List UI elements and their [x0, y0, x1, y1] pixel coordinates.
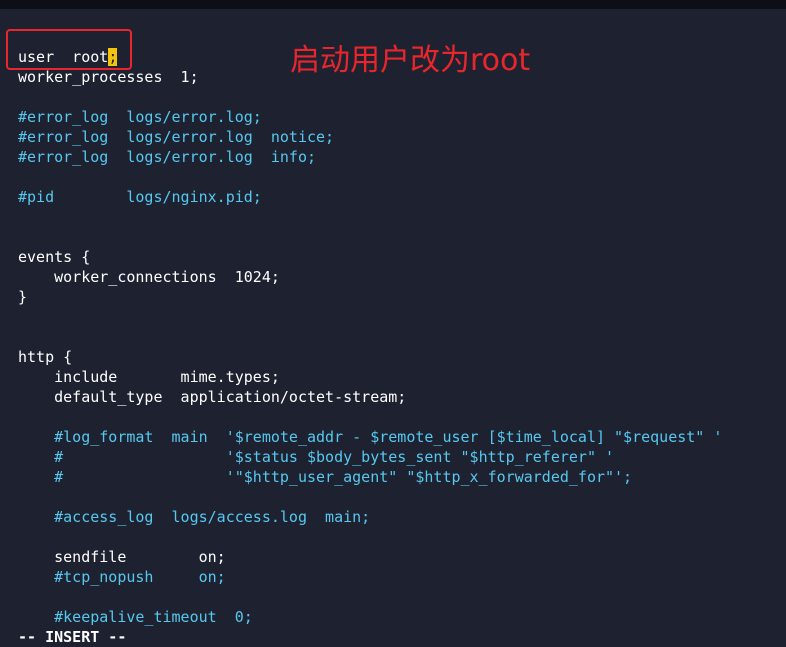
editor-line[interactable]: [18, 527, 722, 547]
comment-text: # '$status $body_bytes_sent "$http_refer…: [18, 448, 615, 466]
line-text: default_type application/octet-stream;: [18, 388, 407, 406]
editor-line[interactable]: sendfile on;: [18, 547, 722, 567]
annotation-label: 启动用户改为root: [290, 43, 531, 78]
line-text: worker_connections 1024;: [18, 268, 280, 286]
editor-line[interactable]: #error_log logs/error.log notice;: [18, 127, 722, 147]
comment-text: # '"$http_user_agent" "$http_x_forwarded…: [18, 468, 633, 486]
line-text: }: [18, 288, 28, 306]
editor-line[interactable]: [18, 227, 722, 247]
window-top-bar: [0, 0, 786, 9]
editor-line[interactable]: #keepalive_timeout 0;: [18, 607, 722, 627]
editor-line[interactable]: events {: [18, 247, 722, 267]
editor-line[interactable]: [18, 487, 722, 507]
editor-line[interactable]: default_type application/octet-stream;: [18, 387, 722, 407]
line-text: include mime.types;: [18, 368, 280, 386]
editor-line[interactable]: [18, 407, 722, 427]
comment-text: #error_log logs/error.log info;: [18, 148, 317, 166]
editor-lines: user root; worker_processes 1; #error_log…: [18, 47, 722, 627]
editor-line[interactable]: include mime.types;: [18, 367, 722, 387]
editor-line[interactable]: #error_log logs/error.log;: [18, 107, 722, 127]
editor-line[interactable]: [18, 207, 722, 227]
line-text: events {: [18, 248, 91, 266]
editor-line[interactable]: [18, 587, 722, 607]
highlight-box: [6, 29, 132, 70]
editor-line[interactable]: worker_connections 1024;: [18, 267, 722, 287]
comment-text: #pid logs/nginx.pid;: [18, 188, 262, 206]
comment-text: #error_log logs/error.log notice;: [18, 128, 335, 146]
line-text: worker_processes 1;: [18, 68, 199, 86]
editor-line[interactable]: #error_log logs/error.log info;: [18, 147, 722, 167]
editor-line[interactable]: #log_format main '$remote_addr - $remote…: [18, 427, 722, 447]
line-text: http {: [18, 348, 73, 366]
comment-text: #keepalive_timeout 0;: [18, 608, 253, 626]
editor-line[interactable]: http {: [18, 347, 722, 367]
editor-line[interactable]: #access_log logs/access.log main;: [18, 507, 722, 527]
editor-line[interactable]: #tcp_nopush on;: [18, 567, 722, 587]
comment-text: #tcp_nopush on;: [18, 568, 226, 586]
editor-line[interactable]: [18, 167, 722, 187]
vim-editor[interactable]: user root; worker_processes 1; #error_log…: [0, 9, 786, 646]
editor-line[interactable]: [18, 87, 722, 107]
editor-line[interactable]: # '"$http_user_agent" "$http_x_forwarded…: [18, 467, 722, 487]
editor-line[interactable]: [18, 307, 722, 327]
editor-line[interactable]: [18, 327, 722, 347]
editor-line[interactable]: # '$status $body_bytes_sent "$http_refer…: [18, 447, 722, 467]
editor-line[interactable]: #pid logs/nginx.pid;: [18, 187, 722, 207]
comment-text: #access_log logs/access.log main;: [18, 508, 371, 526]
line-text: sendfile on;: [18, 548, 226, 566]
comment-text: #log_format main '$remote_addr - $remote…: [18, 428, 723, 446]
comment-text: #error_log logs/error.log;: [18, 108, 262, 126]
editor-line[interactable]: }: [18, 287, 722, 307]
mode-indicator: -- INSERT --: [18, 628, 127, 646]
